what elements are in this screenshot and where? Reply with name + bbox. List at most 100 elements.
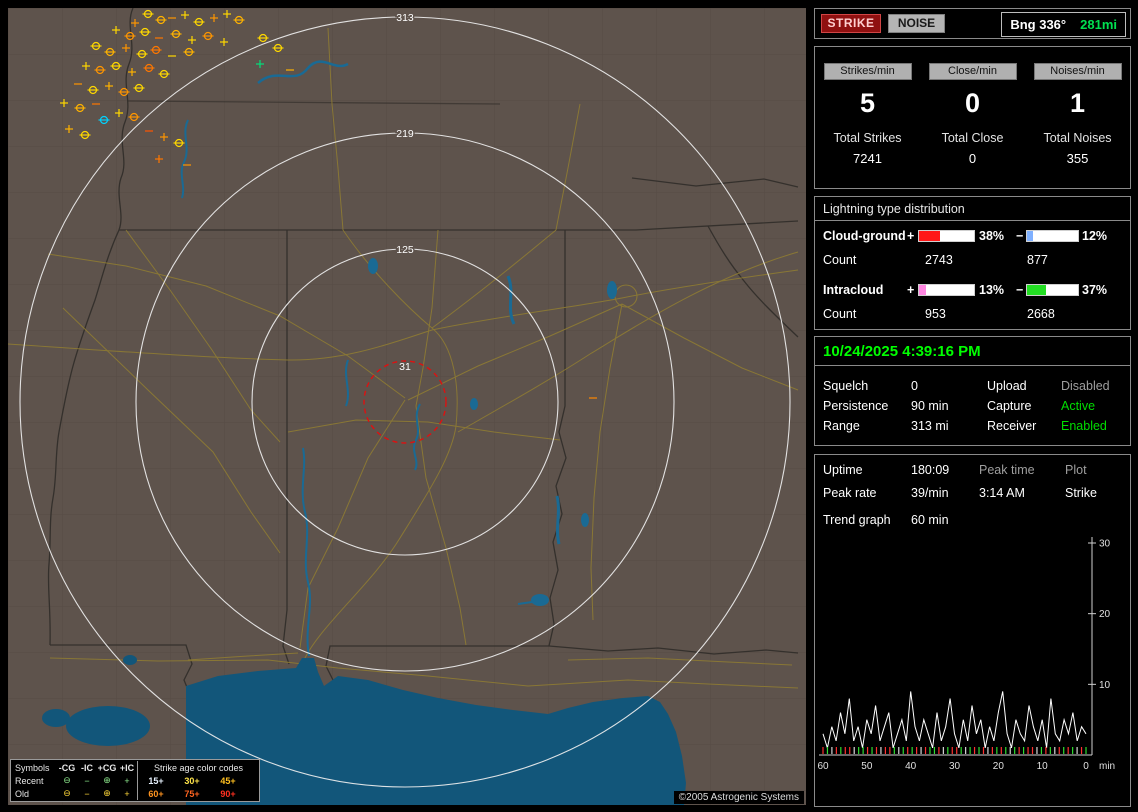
lightning-map[interactable]: 313 219 125 31 Symbols -CG -IC +CG +IC Stri… — [8, 8, 806, 805]
circle-plus-icon: ⊕ — [103, 775, 111, 785]
trend-graph-label: Trend graph — [823, 513, 891, 527]
trend-graph: 10 20 30 60 50 40 30 20 10 0 min — [817, 537, 1115, 772]
range-label: Range — [823, 419, 860, 433]
y-tick-label: 30 — [1099, 539, 1111, 550]
bearing-distance: 281mi — [1080, 17, 1117, 32]
y-tick-label: 10 — [1099, 680, 1111, 691]
uptime-value: 180:09 — [911, 463, 950, 477]
receiver-value: Enabled — [1061, 419, 1107, 433]
cg-negative-bar — [1026, 230, 1079, 242]
total-close-label: Total Close — [941, 131, 1004, 145]
plus-sign: + — [907, 283, 915, 297]
ic-negative-fill — [1027, 285, 1046, 295]
status-section: 10/24/2025 4:39:16 PM Squelch 0 Upload D… — [814, 336, 1131, 446]
legend-type-cg-pos: +CG — [97, 762, 117, 773]
intracloud-label: Intracloud — [823, 283, 884, 297]
plot-label: Plot — [1065, 463, 1087, 477]
cloud-ground-count-row: Count 2743 877 — [815, 253, 1130, 268]
lightning-distribution-section: Lightning type distribution Cloud-ground… — [814, 196, 1131, 330]
legend-old-label: Old — [15, 788, 30, 799]
count-label: Count — [823, 307, 857, 321]
trend-window-value: 60 min — [911, 513, 949, 527]
upload-label: Upload — [987, 379, 1027, 393]
map-legend: Symbols -CG -IC +CG +IC Strike age color… — [10, 759, 260, 802]
legend-recent-label: Recent — [15, 775, 44, 786]
x-tick-label: 50 — [861, 761, 873, 772]
minus-icon: − — [84, 775, 90, 786]
rate-counters-section: Strikes/min 5 Total Strikes 7241 Close/m… — [814, 46, 1131, 189]
trend-line — [822, 691, 1087, 750]
control-panel: STRIKE NOISE Bng 336° 281mi Strikes/min … — [812, 0, 1138, 812]
minus-sign: − — [1016, 283, 1024, 297]
status-row: Range 313 mi Receiver Enabled — [815, 419, 1130, 439]
age-code-60: 60+ — [148, 788, 164, 799]
total-noises-value: 355 — [1066, 151, 1089, 166]
x-tick-label: 40 — [905, 761, 917, 772]
age-code-15: 15+ — [148, 775, 164, 786]
intracloud-count-row: Count 953 2668 — [815, 307, 1130, 322]
cg-positive-fill — [919, 231, 940, 241]
ring-distance-label: 313 — [396, 12, 414, 24]
age-code-90: 90+ — [220, 788, 236, 799]
trend-label-row: Trend graph 60 min — [815, 513, 1130, 531]
intracloud-row: Intracloud + 13% − 37% — [815, 283, 1130, 298]
legend-header-row: Symbols -CG -IC +CG +IC Strike age color… — [11, 761, 259, 774]
peak-time-label: Peak time — [979, 463, 1035, 477]
persistence-label: Persistence — [823, 399, 889, 413]
bearing-display: Bng 336° 281mi — [1001, 12, 1126, 37]
x-tick-label: 30 — [949, 761, 961, 772]
squelch-value: 0 — [911, 379, 918, 393]
capture-label: Capture — [987, 399, 1032, 413]
peak-rate-value: 39/min — [911, 486, 949, 500]
stats-row: Peak rate 39/min 3:14 AM Strike — [815, 486, 1130, 504]
x-tick-label: 0 — [1083, 761, 1089, 772]
capture-value: Active — [1061, 399, 1096, 413]
plot-value: Strike — [1065, 486, 1097, 500]
strike-indicator-button[interactable]: STRIKE — [821, 14, 881, 33]
indicator-bar: STRIKE NOISE Bng 336° 281mi — [814, 8, 1131, 39]
noises-per-min-header: Noises/min — [1033, 63, 1122, 80]
ic-positive-percent: 13% — [979, 283, 1005, 297]
strikes-per-min-header: Strikes/min — [823, 63, 912, 80]
total-strikes-label: Total Strikes — [833, 131, 902, 145]
plus-icon: + — [124, 788, 130, 799]
count-label: Count — [823, 253, 857, 267]
uptime-label: Uptime — [823, 463, 863, 477]
legend-recent-row: Recent ⊖ − ⊕ + 15+ 30+ 45+ — [11, 774, 259, 787]
ic-negative-count: 2668 — [1027, 307, 1055, 321]
plus-sign: + — [907, 229, 915, 243]
legend-age-header: Strike age color codes — [137, 761, 259, 774]
age-code-30: 30+ — [184, 775, 200, 786]
noises-column: Noises/min 1 Total Noises 355 — [1025, 47, 1130, 188]
noises-per-min-value: 1 — [1069, 88, 1086, 118]
cloud-ground-row: Cloud-ground + 38% − 12% — [815, 229, 1130, 244]
cg-negative-fill — [1027, 231, 1034, 241]
cg-positive-bar — [918, 230, 975, 242]
persistence-value: 90 min — [911, 399, 949, 413]
total-strikes-value: 7241 — [853, 151, 882, 166]
status-row: Squelch 0 Upload Disabled — [815, 379, 1130, 399]
y-tick-label: 20 — [1099, 609, 1111, 620]
circle-minus-icon: ⊖ — [63, 788, 71, 798]
ic-negative-percent: 37% — [1082, 283, 1108, 297]
nexstorm-app-window: { "map": { "background_color": "#5e534c"… — [0, 0, 1138, 812]
range-value: 313 mi — [911, 419, 949, 433]
legend-symbols-header: Symbols — [15, 762, 50, 773]
noise-indicator-button[interactable]: NOISE — [888, 14, 945, 33]
receiver-label: Receiver — [987, 419, 1037, 433]
strikes-column: Strikes/min 5 Total Strikes 7241 — [815, 47, 920, 188]
total-close-value: 0 — [968, 151, 977, 166]
cg-negative-count: 877 — [1027, 253, 1048, 267]
cloud-ground-label: Cloud-ground — [823, 229, 906, 243]
close-column: Close/min 0 Total Close 0 — [920, 47, 1025, 188]
peak-rate-label: Peak rate — [823, 486, 877, 500]
close-per-min-value: 0 — [964, 88, 981, 118]
peak-time-value: 3:14 AM — [979, 486, 1025, 500]
ic-positive-fill — [919, 285, 927, 295]
ic-negative-bar — [1026, 284, 1079, 296]
strikes-per-min-value: 5 — [859, 88, 876, 118]
distribution-title: Lightning type distribution — [815, 197, 1130, 221]
total-noises-label: Total Noises — [1043, 131, 1112, 145]
legend-type-ic-pos: +IC — [119, 762, 135, 773]
upload-value: Disabled — [1061, 379, 1110, 393]
